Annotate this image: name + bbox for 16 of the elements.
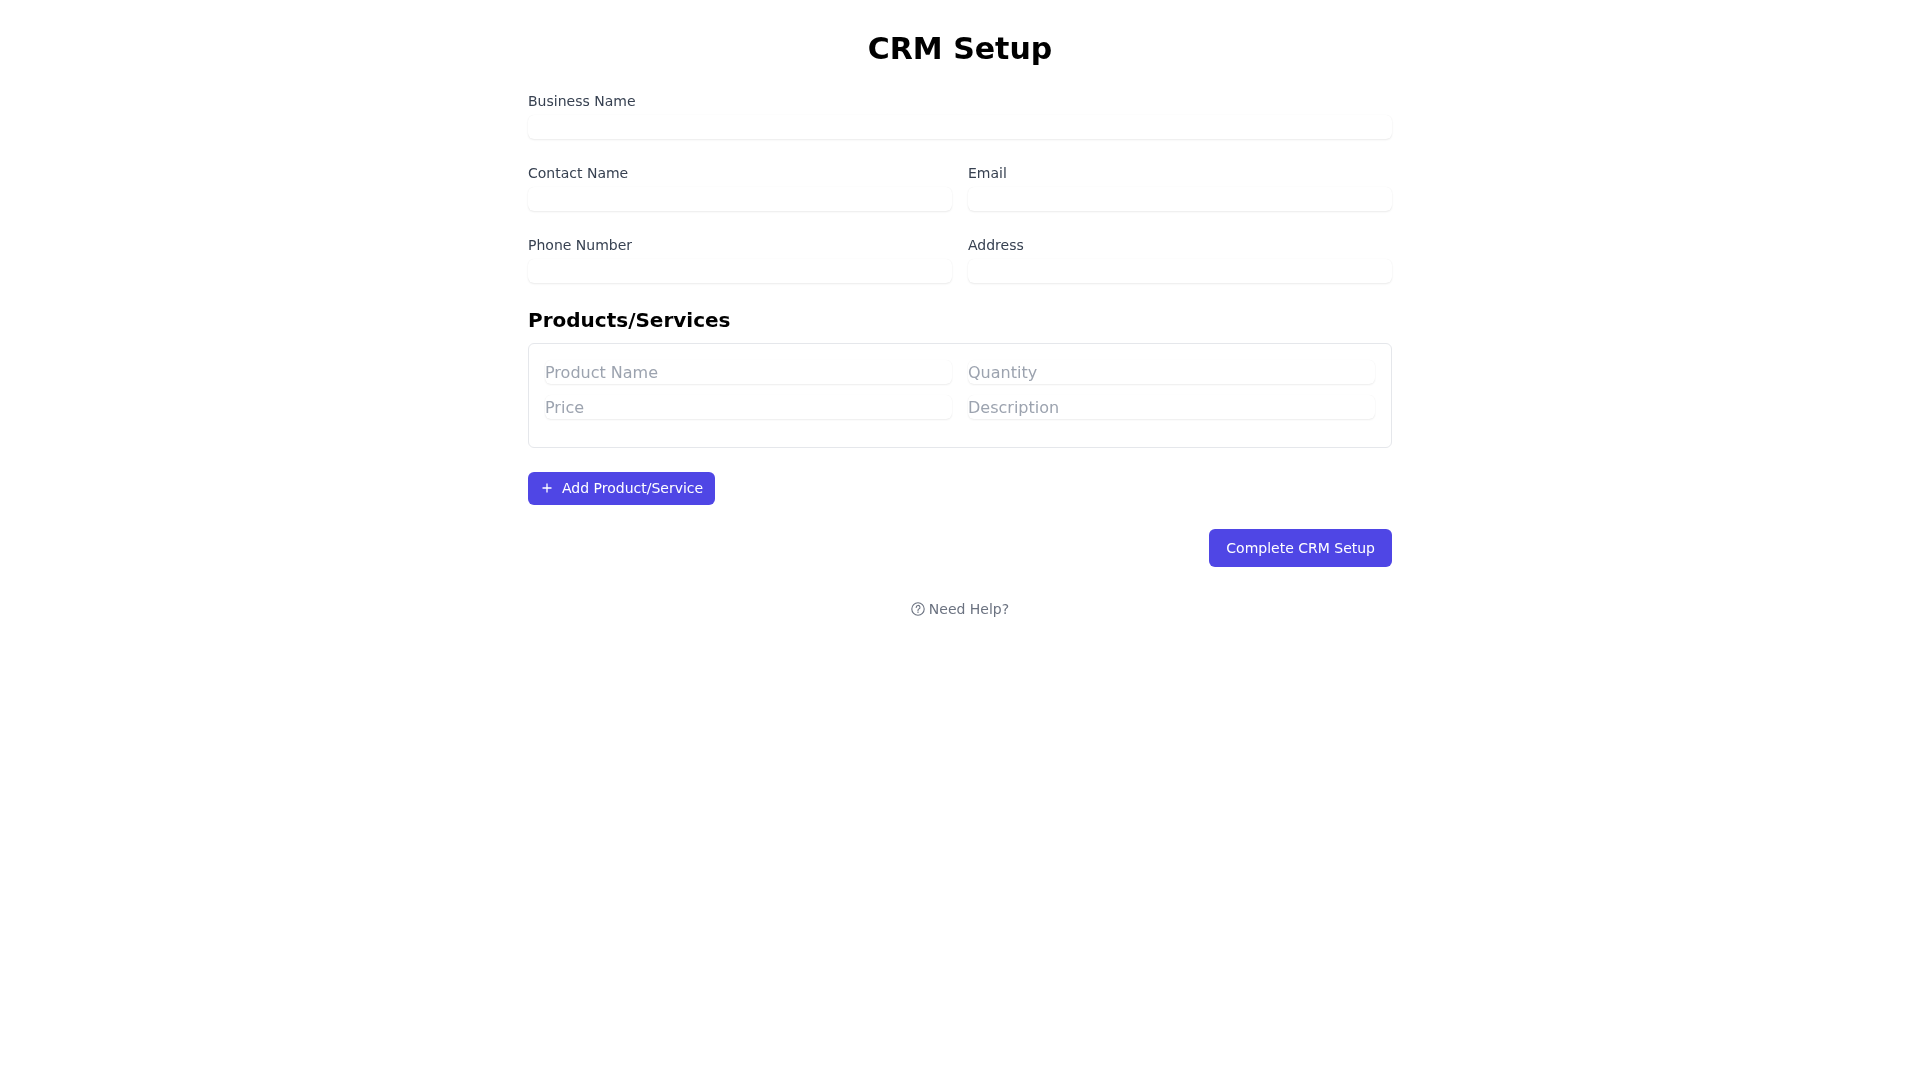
complete-setup-button[interactable]: Complete CRM Setup (1209, 529, 1392, 567)
field-label: Contact Name (528, 164, 630, 183)
field-label: Address (968, 236, 1025, 255)
plus-icon (542, 483, 552, 493)
add-product-button[interactable]: Add Product/Service (528, 472, 716, 505)
help-link[interactable]: Need Help? (910, 599, 1010, 619)
page-title: CRM Setup (866, 31, 1054, 67)
input-field[interactable]: Price (545, 395, 952, 419)
input-field[interactable]: Description (968, 395, 1375, 419)
help-icon (910, 602, 925, 616)
input-field[interactable]: Product Name (545, 360, 952, 384)
input-field[interactable]: Quantity (968, 360, 1375, 384)
field-label: Phone Number (528, 236, 634, 255)
field-label: Email (968, 164, 1008, 183)
section-title: Products/Services (528, 307, 732, 334)
field-label: Business Name (528, 92, 637, 111)
